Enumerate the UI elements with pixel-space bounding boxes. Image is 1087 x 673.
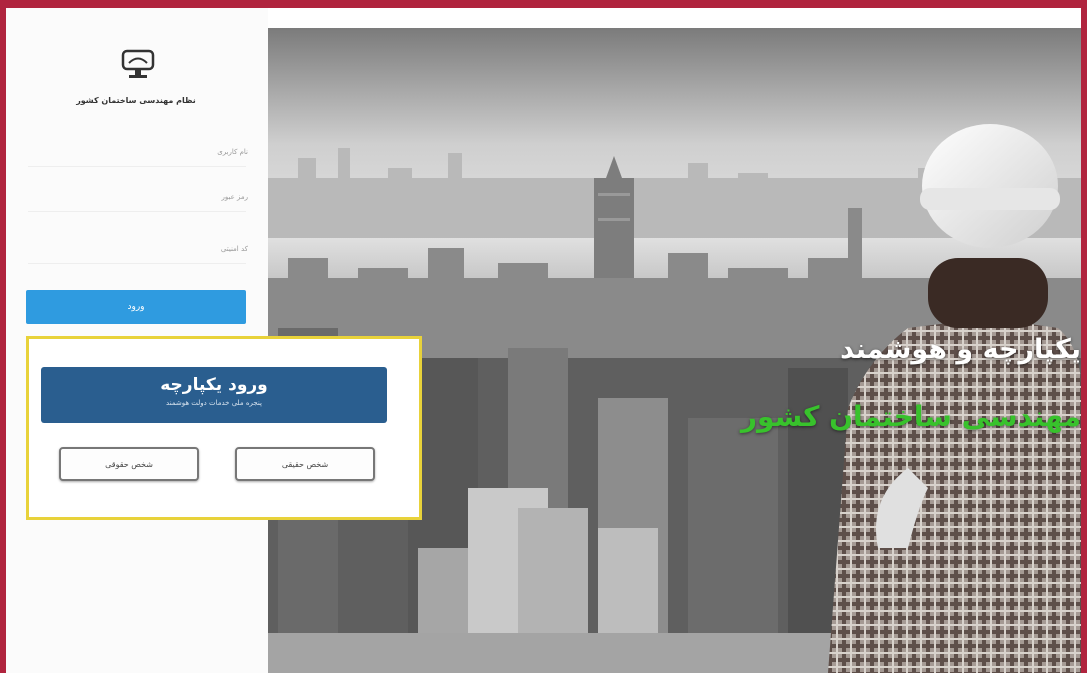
password-field[interactable] xyxy=(28,211,246,212)
sso-highlight-box: ورود یکپارچه پنجره ملی خدمات دولت هوشمند… xyxy=(26,336,422,520)
hero-subheadline: مهندسی ساختمان کشور xyxy=(740,400,1081,433)
login-button[interactable]: ورود xyxy=(26,290,246,324)
username-label: نام کاربری xyxy=(217,148,248,156)
sso-subtitle: پنجره ملی خدمات دولت هوشمند xyxy=(166,399,262,407)
natural-person-button[interactable]: شخص حقیقی xyxy=(235,447,375,481)
page-frame: نظام مهندسی ساختمان کشور نام کاربری رمز … xyxy=(6,8,1081,673)
organization-logo xyxy=(121,49,155,78)
sso-title: ورود یکپارچه xyxy=(160,375,268,395)
legal-person-button[interactable]: شخص حقوقی xyxy=(59,447,199,481)
sso-login-button[interactable]: ورود یکپارچه پنجره ملی خدمات دولت هوشمند xyxy=(41,367,387,423)
username-field[interactable] xyxy=(28,166,246,167)
captcha-field[interactable] xyxy=(28,263,246,264)
organization-name: نظام مهندسی ساختمان کشور xyxy=(76,96,196,105)
captcha-label: کد امنیتی xyxy=(220,245,248,253)
hero-headline: یکپارچه و هوشمند xyxy=(840,334,1081,365)
password-label: رمز عبور xyxy=(221,193,248,201)
